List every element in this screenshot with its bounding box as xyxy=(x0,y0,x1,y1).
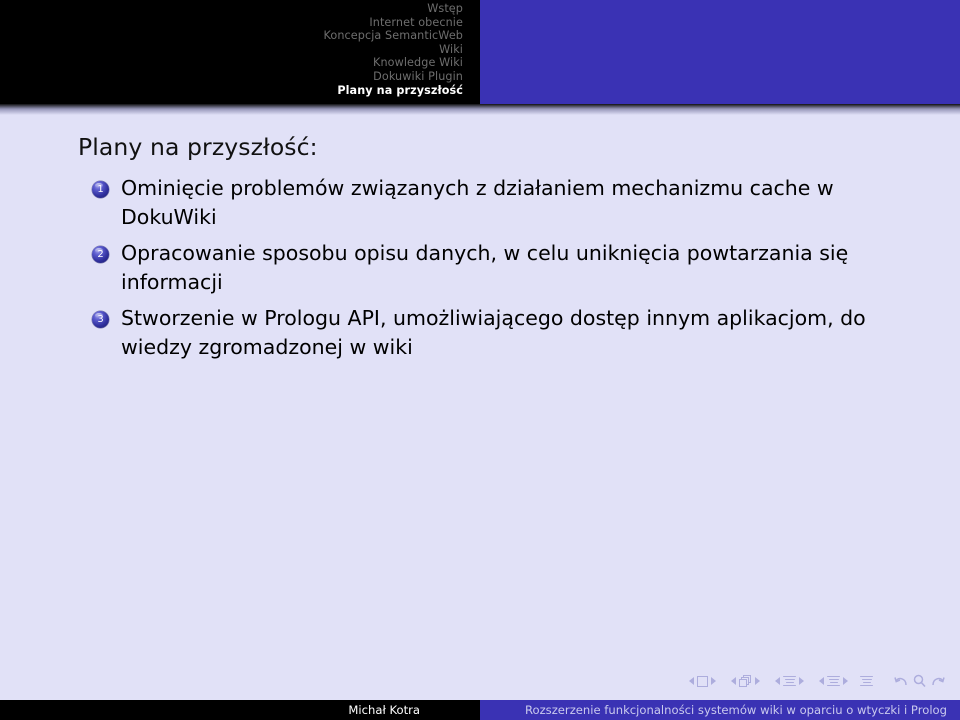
history-icons-group[interactable] xyxy=(893,674,946,688)
slide-footer: Michał Kotra Rozszerzenie funkcjonalnośc… xyxy=(0,700,960,720)
nav-item-dokuwiki-plugin[interactable]: Dokuwiki Plugin xyxy=(324,70,463,84)
nav-item-wiki[interactable]: Wiki xyxy=(324,43,463,57)
next-subsection-arrow-icon[interactable] xyxy=(799,677,804,685)
nav-item-koncepcja-semanticweb[interactable]: Koncepcja SemanticWeb xyxy=(324,29,463,43)
list-item-text-2: Opracowanie sposobu opisu danych, w celu… xyxy=(121,241,849,294)
prev-slide-arrow-icon[interactable] xyxy=(689,677,694,685)
frame-icon[interactable] xyxy=(739,674,752,688)
nav-item-plany-na-przyszlosc[interactable]: Plany na przyszłość xyxy=(324,84,463,98)
header-shadow xyxy=(0,104,960,115)
list-item-text-1: Ominięcie problemów związanych z działan… xyxy=(121,176,834,229)
document-icon[interactable] xyxy=(860,675,873,688)
prev-frame-arrow-icon[interactable] xyxy=(731,677,736,685)
page-title: Plany na przyszłość: xyxy=(78,133,318,161)
forward-icon[interactable] xyxy=(929,674,945,688)
beamer-navigation-symbols[interactable] xyxy=(686,671,946,691)
header-left-panel: Wstęp Internet obecnie Koncepcja Semanti… xyxy=(0,0,480,104)
subsection-navigation-group[interactable] xyxy=(772,675,807,688)
slide-navigation-group[interactable] xyxy=(686,675,719,687)
back-icon[interactable] xyxy=(894,674,910,688)
header-right-panel xyxy=(480,0,960,104)
list-marker-1: 1 xyxy=(92,181,109,198)
enumerated-list: 1 Ominięcie problemów związanych z dział… xyxy=(92,174,912,369)
nav-item-knowledge-wiki[interactable]: Knowledge Wiki xyxy=(324,56,463,70)
next-section-arrow-icon[interactable] xyxy=(843,677,848,685)
frame-navigation-group[interactable] xyxy=(728,674,763,688)
prev-subsection-arrow-icon[interactable] xyxy=(775,677,780,685)
next-frame-arrow-icon[interactable] xyxy=(755,677,760,685)
section-navigation-group[interactable] xyxy=(816,675,851,688)
list-marker-3: 3 xyxy=(92,311,109,328)
list-item: 3 Stworzenie w Prologu API, umożliwiając… xyxy=(92,304,912,362)
section-icon[interactable] xyxy=(827,675,840,688)
next-slide-arrow-icon[interactable] xyxy=(711,677,716,685)
footer-title: Rozszerzenie funkcjonalności systemów wi… xyxy=(480,700,960,720)
search-icon[interactable] xyxy=(912,674,927,688)
list-item: 1 Ominięcie problemów związanych z dział… xyxy=(92,174,912,232)
footer-author: Michał Kotra xyxy=(0,700,480,720)
section-navigation[interactable]: Wstęp Internet obecnie Koncepcja Semanti… xyxy=(324,2,463,97)
list-item: 2 Opracowanie sposobu opisu danych, w ce… xyxy=(92,239,912,297)
list-marker-2: 2 xyxy=(92,246,109,263)
subsection-icon[interactable] xyxy=(783,675,796,688)
nav-item-wstep[interactable]: Wstęp xyxy=(324,2,463,16)
slide-header: Wstęp Internet obecnie Koncepcja Semanti… xyxy=(0,0,960,104)
prev-section-arrow-icon[interactable] xyxy=(819,677,824,685)
nav-item-internet-obecnie[interactable]: Internet obecnie xyxy=(324,16,463,30)
list-item-text-3: Stworzenie w Prologu API, umożliwiająceg… xyxy=(121,306,866,359)
slide-icon[interactable] xyxy=(697,675,708,687)
document-navigation-group[interactable] xyxy=(860,675,873,688)
